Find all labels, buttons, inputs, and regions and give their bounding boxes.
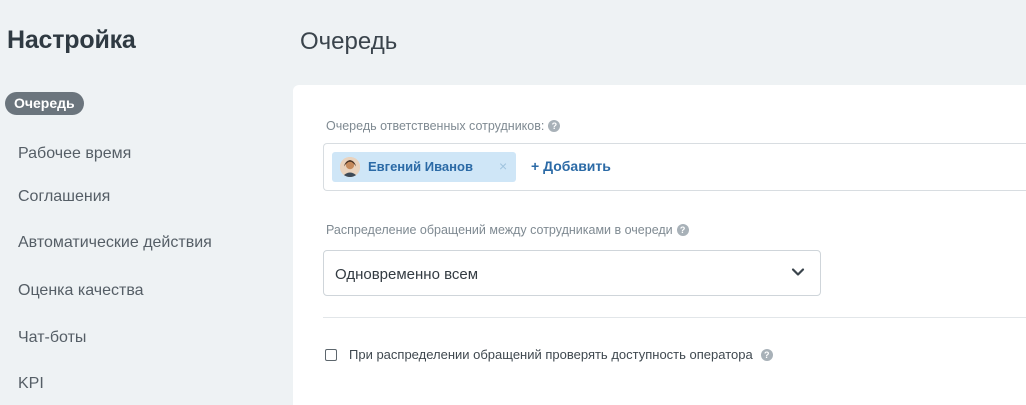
divider [323,317,1026,318]
chevron-down-icon[interactable] [790,264,806,280]
sidebar-item-agreements[interactable]: Соглашения [18,188,110,206]
availability-label[interactable]: При распределении обращений проверять до… [349,347,773,362]
sidebar-item-kpi[interactable]: KPI [18,375,44,393]
distribution-label-text: Распределение обращений между сотрудника… [326,223,673,237]
distribution-select-value: Одновременно всем [335,266,479,283]
help-icon[interactable]: ? [548,119,561,132]
sidebar-item-working-hours[interactable]: Рабочее время [18,145,131,163]
queue-label-text: Очередь ответственных сотрудников: [326,119,545,133]
settings-card: Очередь ответственных сотрудников:? Евге… [293,85,1026,405]
help-icon[interactable]: ? [760,348,773,361]
close-icon[interactable]: × [499,158,507,174]
queue-members-field[interactable]: Евгений Иванов × + Добавить [323,143,1026,191]
avatar [340,157,360,177]
distribution-select[interactable]: Одновременно всем [323,250,821,296]
availability-label-text: При распределении обращений проверять до… [349,347,753,362]
member-chip: Евгений Иванов × [332,152,516,182]
sidebar-item-quality-rating[interactable]: Оценка качества [18,282,144,300]
distribution-label: Распределение обращений между сотрудника… [326,223,689,237]
queue-label: Очередь ответственных сотрудников:? [326,119,561,133]
availability-checkbox[interactable] [325,349,337,361]
page-title: Очередь [300,28,398,55]
sidebar-item-chatbots[interactable]: Чат-боты [18,329,86,347]
sidebar-item-queue[interactable]: Очередь [5,92,84,115]
sidebar: Настройка Очередь Рабочее время Соглашен… [0,0,290,405]
add-member-button[interactable]: + Добавить [531,158,611,174]
help-icon[interactable]: ? [676,223,689,236]
member-name: Евгений Иванов [368,159,473,174]
sidebar-title: Настройка [7,26,136,54]
sidebar-item-automatic-actions[interactable]: Автоматические действия [18,234,212,252]
